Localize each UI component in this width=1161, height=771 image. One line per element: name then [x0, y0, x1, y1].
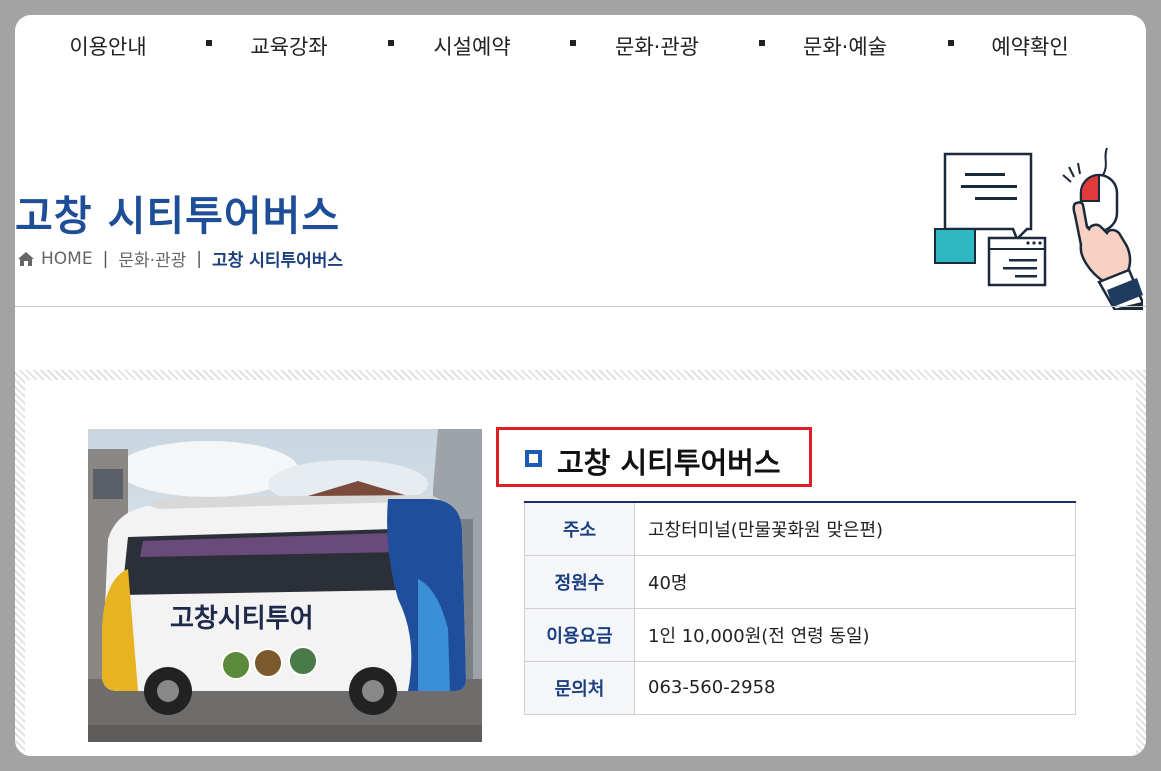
row-key-contact: 문의처: [524, 660, 635, 715]
row-value-address: 고창터미널(만물꽃화원 맞은편): [634, 501, 1076, 556]
breadcrumb-section[interactable]: 문화·관광: [118, 246, 186, 271]
nav-item-guide[interactable]: 이용안내: [69, 31, 146, 61]
nav-separator: [759, 40, 765, 46]
top-navigation: 이용안내 교육강좌 시설예약 문화·관광 문화·예술 예약확인: [15, 15, 1146, 75]
square-bullet-icon: [525, 450, 542, 467]
nav-separator: [388, 40, 394, 46]
nav-item-education[interactable]: 교육강좌: [250, 31, 327, 61]
nav-item-culture-arts[interactable]: 문화·예술: [803, 31, 887, 61]
city-tour-bus-photo: 고창시티투어: [88, 429, 482, 742]
page-card: 이용안내 교육강좌 시설예약 문화·관광 문화·예술 예약확인 고창 시티투어버…: [15, 15, 1146, 756]
nav-item-reservation-check[interactable]: 예약확인: [991, 31, 1068, 61]
table-row: 문의처 063-560-2958: [524, 660, 1076, 715]
breadcrumb-separator: |: [196, 248, 203, 269]
nav-separator: [570, 40, 576, 46]
row-value-capacity: 40명: [634, 554, 1076, 609]
info-title-highlight: 고창 시티투어버스: [496, 427, 812, 487]
row-value-contact: 063-560-2958: [634, 660, 1076, 715]
info-title: 고창 시티투어버스: [557, 446, 781, 480]
header-divider: [15, 306, 1146, 307]
table-row: 이용요금 1인 10,000원(전 연령 동일): [524, 607, 1076, 662]
home-icon: [18, 251, 34, 266]
row-value-fare: 1인 10,000원(전 연령 동일): [634, 607, 1076, 662]
info-table: 주소 고창터미널(만물꽃화원 맞은편) 정원수 40명 이용요금 1인 10,0…: [524, 501, 1076, 715]
chat-mouse-illustration: [934, 147, 1143, 310]
breadcrumb-home[interactable]: HOME: [41, 249, 93, 269]
nav-item-culture-tourism[interactable]: 문화·관광: [615, 31, 699, 61]
breadcrumb-current: 고창 시티투어버스: [212, 251, 344, 271]
page-title: 고창 시티투어버스: [15, 192, 341, 240]
bus-lettering: 고창시티투어: [170, 604, 314, 634]
row-key-address: 주소: [524, 501, 635, 556]
nav-separator: [948, 40, 954, 46]
nav-separator: [206, 40, 212, 46]
breadcrumb-separator: |: [102, 248, 109, 269]
table-row: 주소 고창터미널(만물꽃화원 맞은편): [524, 501, 1076, 556]
table-row: 정원수 40명: [524, 554, 1076, 609]
nav-item-facility-reservation[interactable]: 시설예약: [433, 31, 510, 61]
row-key-capacity: 정원수: [524, 554, 635, 609]
breadcrumb: HOME | 문화·관광 | 고창 시티투어버스: [17, 246, 343, 271]
row-key-fare: 이용요금: [524, 607, 635, 662]
